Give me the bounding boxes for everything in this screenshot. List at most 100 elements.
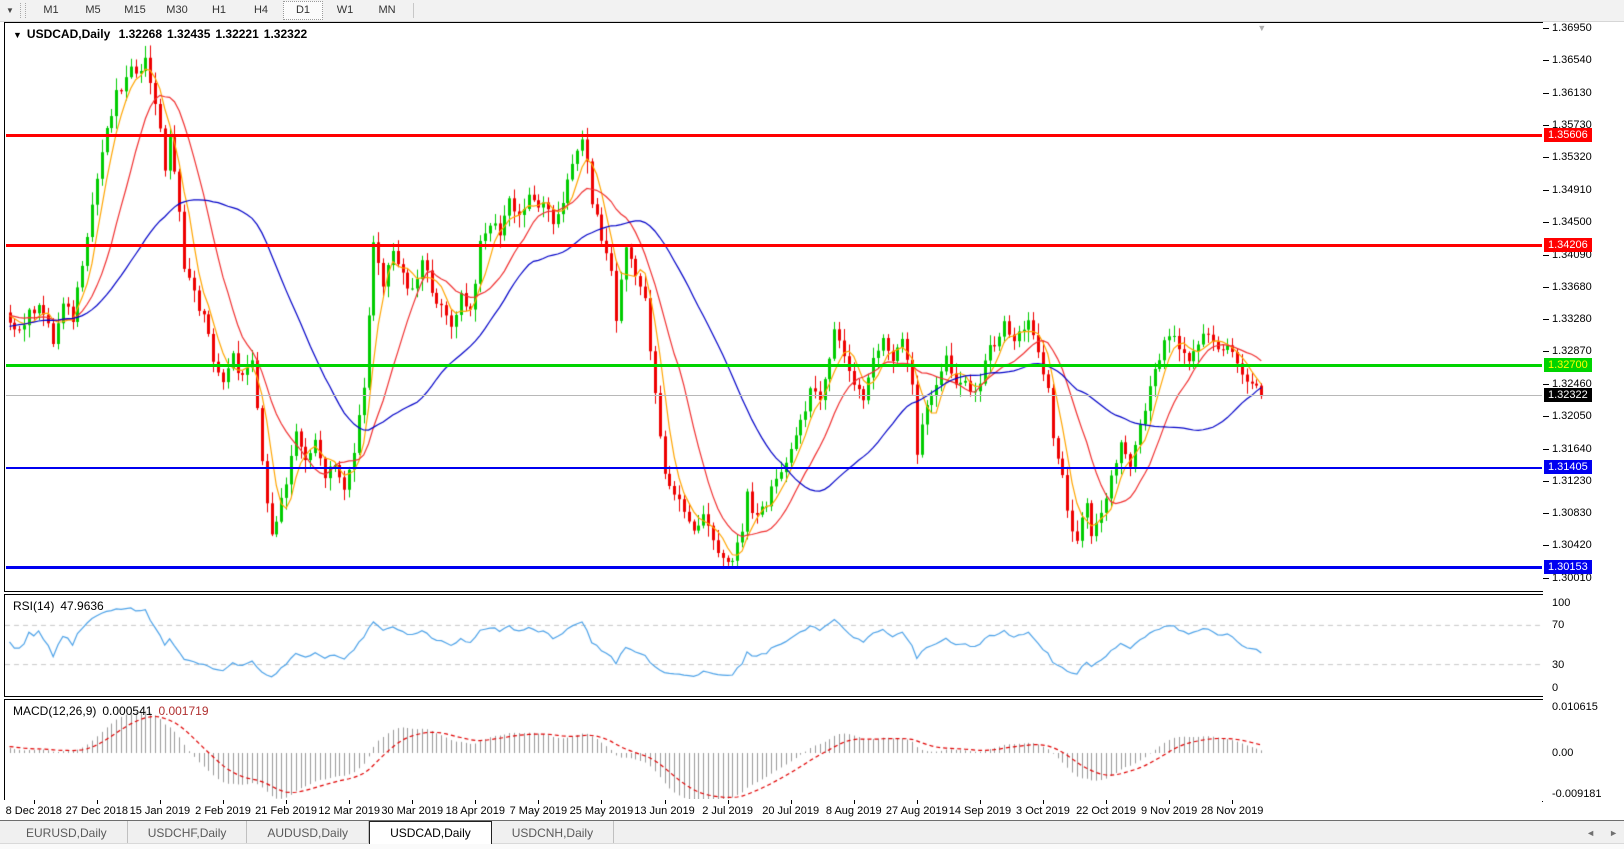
date-axis-tick	[412, 800, 413, 804]
tab-audusd-daily[interactable]: AUDUSD,Daily	[247, 821, 369, 844]
date-axis-label: 8 Aug 2019	[826, 805, 882, 817]
date-axis-tick	[349, 800, 350, 804]
date-axis-label: 3 Oct 2019	[1016, 805, 1070, 817]
price-level-badge: 1.31405	[1544, 460, 1592, 474]
timeframe-button-w1[interactable]: W1	[325, 1, 365, 20]
timeframe-button-m15[interactable]: M15	[115, 1, 155, 20]
timeframe-button-m30[interactable]: M30	[157, 1, 197, 20]
date-axis-tick	[1106, 800, 1107, 804]
rsi-canvas[interactable]	[5, 595, 1541, 694]
price-axis-tick	[1543, 222, 1549, 223]
price-axis-tick	[1543, 157, 1549, 158]
tab-usdcnh-daily[interactable]: USDCNH,Daily	[492, 821, 614, 844]
rsi-axis-label: 0	[1552, 682, 1558, 694]
date-axis[interactable]: 8 Dec 2018 27 Dec 201815 Jan 2019 2 Feb 20…	[4, 800, 1542, 820]
price-level-badge: 1.35606	[1544, 128, 1592, 142]
ohlc-open: 1.32268	[119, 27, 162, 41]
date-axis-label: 27 Aug 2019	[886, 805, 948, 817]
price-level-line[interactable]	[6, 364, 1542, 367]
price-level-line[interactable]	[6, 244, 1542, 247]
date-axis-tick	[538, 800, 539, 804]
price-level-line[interactable]	[6, 566, 1542, 569]
date-axis-tick	[791, 800, 792, 804]
macd-canvas[interactable]	[5, 700, 1541, 799]
price-axis-label: 1.30010	[1552, 572, 1592, 584]
timeframe-button-mn[interactable]: MN	[367, 1, 407, 20]
chart-tab-bar: EURUSD,DailyUSDCHF,DailyAUDUSD,DailyUSDC…	[0, 820, 1624, 844]
timeframe-button-d1[interactable]: D1	[283, 1, 323, 20]
current-price-badge: 1.32322	[1544, 388, 1592, 402]
price-axis-tick	[1543, 255, 1549, 256]
rsi-axis-label: 70	[1552, 619, 1564, 631]
bar-shift-marker-icon[interactable]: ▼	[1257, 23, 1266, 33]
price-axis-tick	[1543, 190, 1549, 191]
date-axis-label: 2 Feb 2019	[195, 805, 251, 817]
price-axis-label: 1.34500	[1552, 216, 1592, 228]
candlestick-canvas[interactable]	[5, 23, 1541, 589]
date-axis-tick	[286, 800, 287, 804]
price-axis-tick	[1543, 545, 1549, 546]
price-axis-label: 1.30420	[1552, 539, 1592, 551]
date-axis-tick	[160, 800, 161, 804]
tab-eurusd-daily[interactable]: EURUSD,Daily	[6, 821, 128, 844]
date-axis-tick	[1232, 800, 1233, 804]
date-axis-label: 12 Mar 2019	[318, 805, 380, 817]
price-axis-label: 1.34910	[1552, 184, 1592, 196]
price-axis-tick	[1543, 513, 1549, 514]
chart-title-dropdown-icon[interactable]: ▼	[13, 30, 22, 40]
price-level-badge: 1.30153	[1544, 560, 1592, 574]
chart-dropdown-icon[interactable]: ▼	[2, 2, 18, 19]
toolbar-separator	[413, 3, 414, 18]
macd-label: MACD(12,26,9)0.0005410.001719	[13, 704, 209, 718]
date-axis-label: 15 Jan 2019	[130, 805, 191, 817]
chart-title: ▼USDCAD,Daily 1.322681.324351.322211.323…	[13, 27, 312, 41]
rsi-name: RSI(14)	[13, 599, 54, 613]
date-axis-label: 27 Dec 2018	[66, 805, 128, 817]
date-axis-tick	[1043, 800, 1044, 804]
toolbar-grip-handle[interactable]	[20, 3, 26, 18]
price-axis-label: 1.30830	[1552, 507, 1592, 519]
date-axis-label: 14 Sep 2019	[949, 805, 1011, 817]
price-axis-label: 1.36950	[1552, 22, 1592, 34]
ohlc-close: 1.32322	[264, 27, 307, 41]
timeframe-button-h4[interactable]: H4	[241, 1, 281, 20]
main-chart-panel[interactable]: ▼USDCAD,Daily 1.322681.324351.322211.323…	[4, 22, 1544, 592]
price-level-line[interactable]	[6, 134, 1542, 137]
status-strip	[0, 843, 1624, 849]
date-axis-tick	[601, 800, 602, 804]
price-axis-tick	[1543, 351, 1549, 352]
date-axis-label: 8 Dec 2018	[6, 805, 62, 817]
date-axis-label: 21 Feb 2019	[255, 805, 317, 817]
date-axis-tick	[728, 800, 729, 804]
price-axis-tick	[1543, 481, 1549, 482]
rsi-axis-label: 30	[1552, 659, 1564, 671]
macd-signal-value: 0.001719	[158, 704, 208, 718]
date-axis-label: 30 Mar 2019	[381, 805, 443, 817]
price-axis-tick	[1543, 578, 1549, 579]
price-axis-tick	[1543, 125, 1549, 126]
tab-usdcad-daily[interactable]: USDCAD,Daily	[369, 821, 492, 844]
price-axis-label: 1.31640	[1552, 443, 1592, 455]
price-level-line[interactable]	[6, 467, 1542, 469]
tab-usdchf-daily[interactable]: USDCHF,Daily	[128, 821, 248, 844]
date-axis-label: 18 Apr 2019	[446, 805, 505, 817]
timeframe-button-m1[interactable]: M1	[31, 1, 71, 20]
ohlc-low: 1.32221	[215, 27, 258, 41]
price-axis[interactable]: 1.369501.365401.361301.357301.353201.349…	[1543, 22, 1624, 822]
current-price-line[interactable]	[6, 395, 1542, 396]
macd-indicator-panel[interactable]: MACD(12,26,9)0.0005410.001719	[4, 699, 1544, 802]
date-axis-tick	[97, 800, 98, 804]
price-axis-label: 1.36540	[1552, 54, 1592, 66]
tab-scroll-left-icon[interactable]: ◄	[1586, 828, 1595, 838]
price-axis-tick	[1543, 93, 1549, 94]
rsi-indicator-panel[interactable]: RSI(14)47.9636	[4, 594, 1544, 697]
timeframe-button-m5[interactable]: M5	[73, 1, 113, 20]
date-axis-tick	[854, 800, 855, 804]
price-level-badge: 1.32700	[1544, 358, 1592, 372]
tab-scroll-right-icon[interactable]: ►	[1609, 828, 1618, 838]
price-axis-label: 1.32870	[1552, 345, 1592, 357]
price-axis-tick	[1543, 28, 1549, 29]
timeframe-button-h1[interactable]: H1	[199, 1, 239, 20]
date-axis-tick	[1169, 800, 1170, 804]
chart-symbol-period: USDCAD,Daily	[27, 27, 110, 41]
